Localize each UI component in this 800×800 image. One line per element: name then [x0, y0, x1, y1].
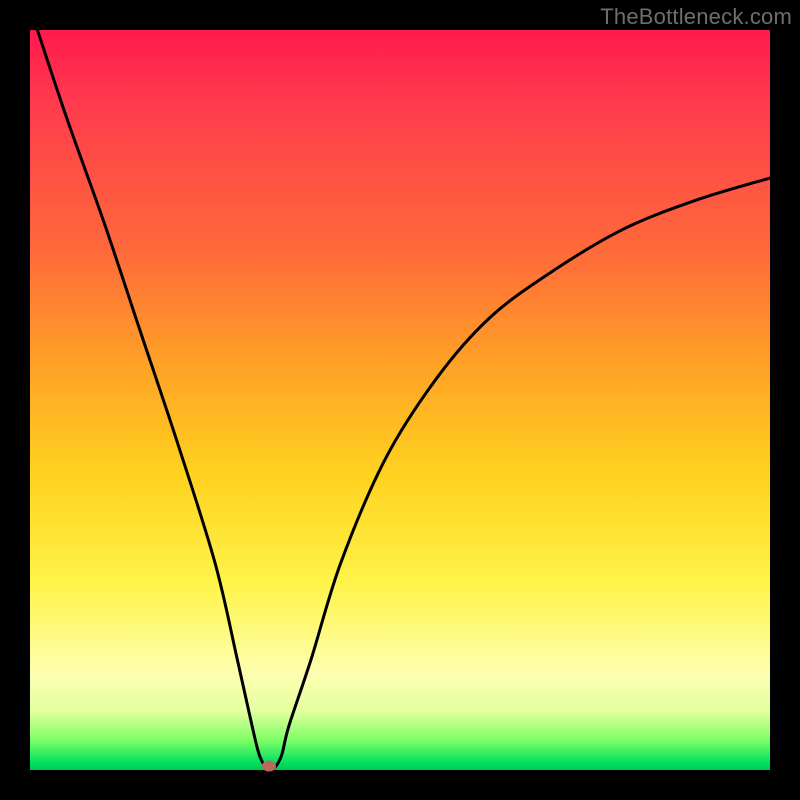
curve-svg — [30, 30, 770, 770]
chart-frame: TheBottleneck.com — [0, 0, 800, 800]
watermark-text: TheBottleneck.com — [600, 4, 792, 30]
bottleneck-curve-path — [37, 30, 770, 769]
plot-area — [30, 30, 770, 770]
minimum-marker — [262, 761, 276, 772]
